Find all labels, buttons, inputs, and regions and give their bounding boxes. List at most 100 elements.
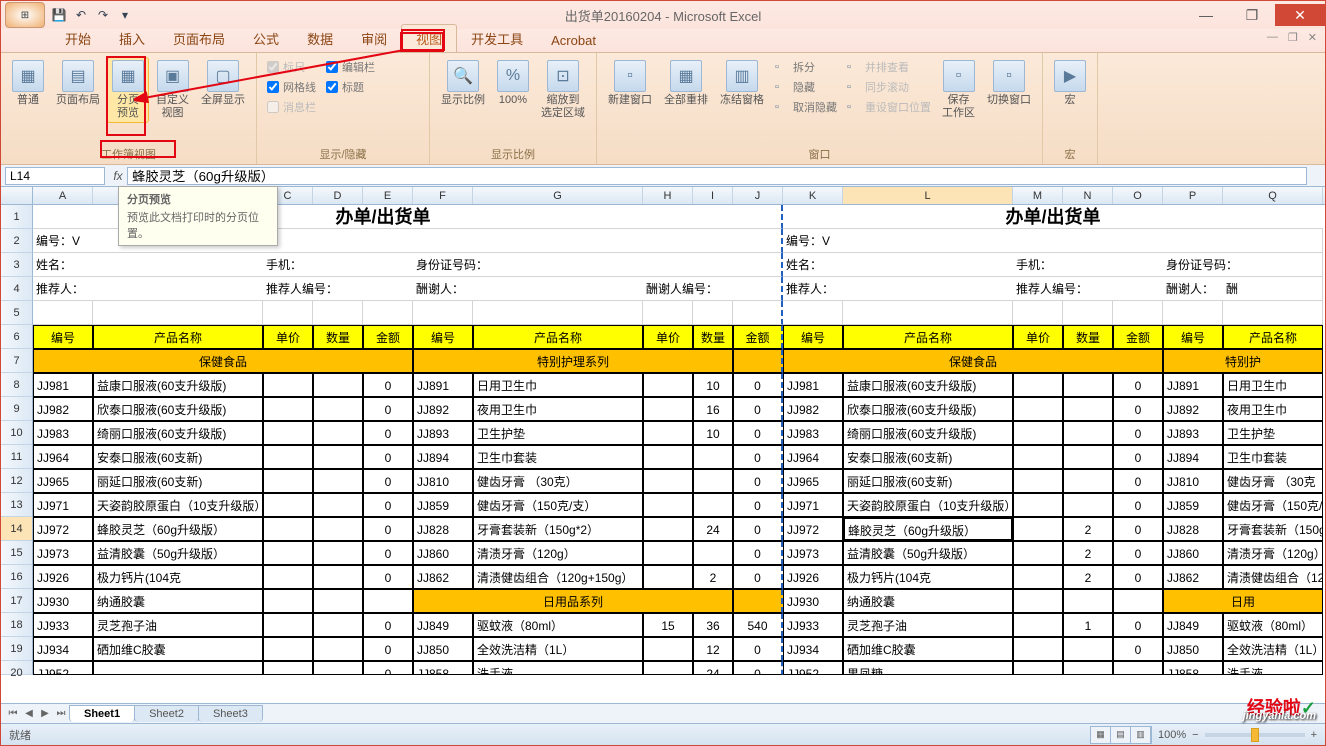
cell[interactable]: 0 <box>733 517 783 541</box>
cell[interactable]: JJ859 <box>413 493 473 517</box>
column-header[interactable]: A <box>33 187 93 204</box>
cell[interactable] <box>313 637 363 661</box>
tab-nav-next-icon[interactable]: ▶ <box>37 708 53 719</box>
cell[interactable] <box>313 613 363 637</box>
cell[interactable] <box>1013 469 1063 493</box>
cell[interactable]: 0 <box>363 397 413 421</box>
cell[interactable]: 0 <box>363 493 413 517</box>
cell[interactable]: 编号：V <box>783 229 1013 253</box>
cell[interactable] <box>263 301 313 325</box>
ribbon-tab[interactable]: Acrobat <box>537 29 610 52</box>
cell[interactable]: 牙膏套装新（150g* <box>1223 517 1323 541</box>
cell[interactable] <box>643 661 693 675</box>
cell[interactable]: 单价 <box>643 325 693 349</box>
cell[interactable]: 0 <box>733 637 783 661</box>
cell[interactable]: JJ982 <box>783 397 843 421</box>
cell[interactable] <box>313 541 363 565</box>
mdi-restore-icon[interactable]: ❐ <box>1288 31 1298 44</box>
cell[interactable]: 金额 <box>1113 325 1163 349</box>
cell[interactable] <box>733 589 783 613</box>
cell[interactable]: 丽延口服液(60支新) <box>843 469 1013 493</box>
cell[interactable] <box>643 469 693 493</box>
cell[interactable] <box>263 661 313 675</box>
zoom-slider[interactable] <box>1205 733 1305 737</box>
cell[interactable]: 驱蚊液（80ml） <box>473 613 643 637</box>
row-header[interactable]: 1 <box>1 205 33 229</box>
cell[interactable]: 0 <box>363 541 413 565</box>
cell[interactable]: 极力钙片(104克 <box>93 565 263 589</box>
cell[interactable]: 天姿韵胶原蛋白（10支升级版） <box>93 493 263 517</box>
cell[interactable] <box>313 397 363 421</box>
cell[interactable]: 丽延口服液(60支新) <box>93 469 263 493</box>
page-break-view-icon[interactable]: ▥ <box>1131 727 1151 743</box>
cell[interactable] <box>263 229 733 253</box>
cell[interactable]: 酬谢人： <box>1163 277 1223 301</box>
cell[interactable]: 0 <box>1113 613 1163 637</box>
ribbon-tab[interactable]: 插入 <box>105 25 159 52</box>
cell[interactable] <box>313 493 363 517</box>
cell[interactable] <box>1113 301 1163 325</box>
office-button[interactable]: ⊞ <box>5 2 45 28</box>
cell[interactable] <box>643 373 693 397</box>
cell[interactable]: 身份证号码： <box>413 253 643 277</box>
cell[interactable]: JJ828 <box>413 517 473 541</box>
cell[interactable]: 数量 <box>313 325 363 349</box>
cell[interactable]: 单价 <box>263 325 313 349</box>
cell[interactable]: 益康口服液(60支升级版) <box>93 373 263 397</box>
cell[interactable]: 0 <box>1113 421 1163 445</box>
cell[interactable] <box>643 421 693 445</box>
cell[interactable]: JJ934 <box>783 637 843 661</box>
ribbon-tab[interactable]: 审阅 <box>347 25 401 52</box>
cell[interactable] <box>313 421 363 445</box>
cell[interactable]: JJ858 <box>413 661 473 675</box>
cell[interactable] <box>413 301 473 325</box>
cell[interactable]: 夜用卫生巾 <box>473 397 643 421</box>
cell[interactable]: JJ934 <box>33 637 93 661</box>
cell[interactable]: 姓名： <box>783 253 843 277</box>
cell[interactable] <box>313 589 363 613</box>
cell[interactable] <box>263 421 313 445</box>
cell[interactable] <box>1013 445 1063 469</box>
cell[interactable]: 推荐人编号： <box>1013 277 1163 301</box>
row-header[interactable]: 2 <box>1 229 33 253</box>
row-header[interactable]: 7 <box>1 349 33 373</box>
cell[interactable] <box>1113 589 1163 613</box>
cell[interactable]: 极力钙片(104克 <box>843 565 1013 589</box>
row-header[interactable]: 18 <box>1 613 33 637</box>
cell[interactable] <box>1063 397 1113 421</box>
cell[interactable]: JJ965 <box>783 469 843 493</box>
ribbon-button[interactable]: ▶宏 <box>1049 57 1091 110</box>
column-header[interactable]: N <box>1063 187 1113 204</box>
cell[interactable] <box>313 469 363 493</box>
ribbon-button[interactable]: ⊡缩放到选定区域 <box>536 57 590 123</box>
row-header[interactable]: 14 <box>1 517 33 541</box>
maximize-button[interactable]: ❐ <box>1229 4 1275 26</box>
cell[interactable]: 全效洗洁精（1L） <box>473 637 643 661</box>
cell[interactable] <box>733 253 783 277</box>
column-header[interactable]: H <box>643 187 693 204</box>
cell[interactable]: 0 <box>363 373 413 397</box>
cell[interactable]: JJ972 <box>33 517 93 541</box>
cell[interactable]: JJ893 <box>1163 421 1223 445</box>
sheet-tab[interactable]: Sheet3 <box>198 705 263 722</box>
ribbon-button[interactable]: ▥冻结窗格 <box>715 57 769 110</box>
row-header[interactable]: 6 <box>1 325 33 349</box>
cell[interactable] <box>843 301 1013 325</box>
cell[interactable]: 安泰口服液(60支新) <box>843 445 1013 469</box>
cell[interactable] <box>93 661 263 675</box>
row-header[interactable]: 4 <box>1 277 33 301</box>
ribbon-button[interactable]: ▦普通 <box>7 57 49 110</box>
cell[interactable]: 绮丽口服液(60支升级版) <box>93 421 263 445</box>
cell[interactable]: JJ933 <box>33 613 93 637</box>
cell[interactable]: 24 <box>693 517 733 541</box>
cell[interactable]: 数量 <box>693 325 733 349</box>
cell[interactable]: 推荐人： <box>783 277 1013 301</box>
cell[interactable] <box>363 253 413 277</box>
cell[interactable]: 0 <box>1113 493 1163 517</box>
cell[interactable]: 保健食品 <box>33 349 413 373</box>
cell[interactable]: 数量 <box>1063 325 1113 349</box>
cell[interactable]: JJ964 <box>33 445 93 469</box>
cell[interactable] <box>313 301 363 325</box>
qat-more-icon[interactable]: ▾ <box>115 5 135 25</box>
cell[interactable] <box>693 541 733 565</box>
